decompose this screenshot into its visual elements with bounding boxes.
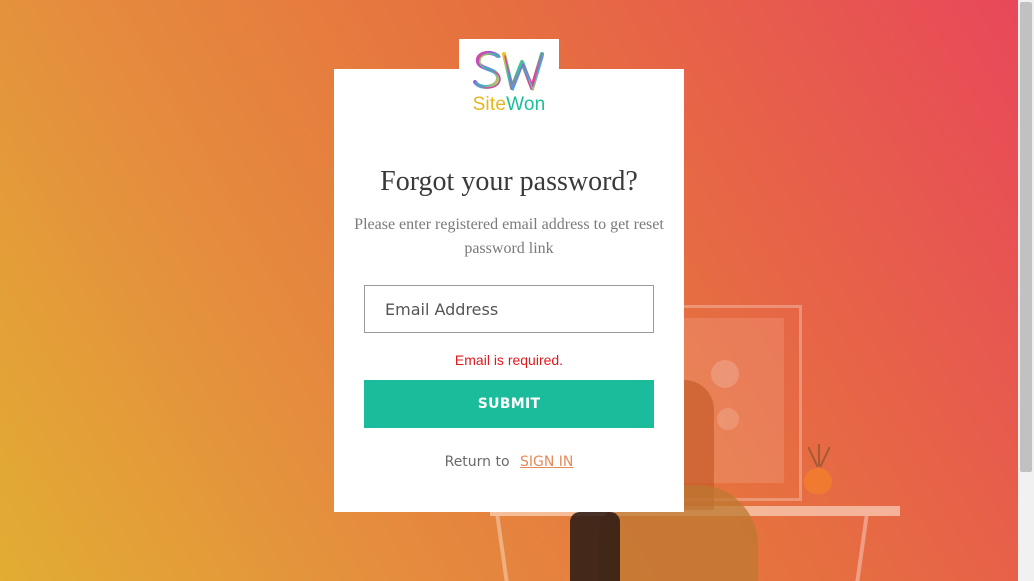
frame-circle-decoration (711, 360, 739, 388)
return-to-signin: Return to SIGN IN (334, 454, 684, 470)
desk-leg (855, 516, 869, 581)
logo-word-won: Won (506, 94, 546, 115)
logo-word-site: Site (472, 94, 507, 115)
desk-leg (495, 516, 509, 581)
frame-circle-decoration (717, 408, 739, 430)
email-field[interactable] (364, 285, 654, 333)
plant-twig (818, 444, 820, 466)
person (570, 512, 620, 581)
email-error-message: Email is required. (454, 352, 564, 368)
scrollbar-thumb[interactable] (1020, 2, 1032, 472)
page-subtitle: Please enter registered email address to… (354, 216, 664, 257)
sign-in-link[interactable]: SIGN IN (520, 454, 573, 470)
logo-wordmark: SiteWon (459, 94, 559, 116)
plant-twig (807, 446, 819, 468)
sitewon-logo: SiteWon (459, 44, 559, 116)
submit-button[interactable]: SUBMIT (364, 380, 654, 428)
page-title: Forgot your password? (380, 166, 638, 197)
sw-monogram-icon (473, 50, 544, 91)
vertical-scrollbar[interactable] (1018, 0, 1034, 581)
plant-twig (819, 446, 831, 468)
return-text: Return to (444, 454, 510, 470)
plant-pot (804, 468, 832, 494)
